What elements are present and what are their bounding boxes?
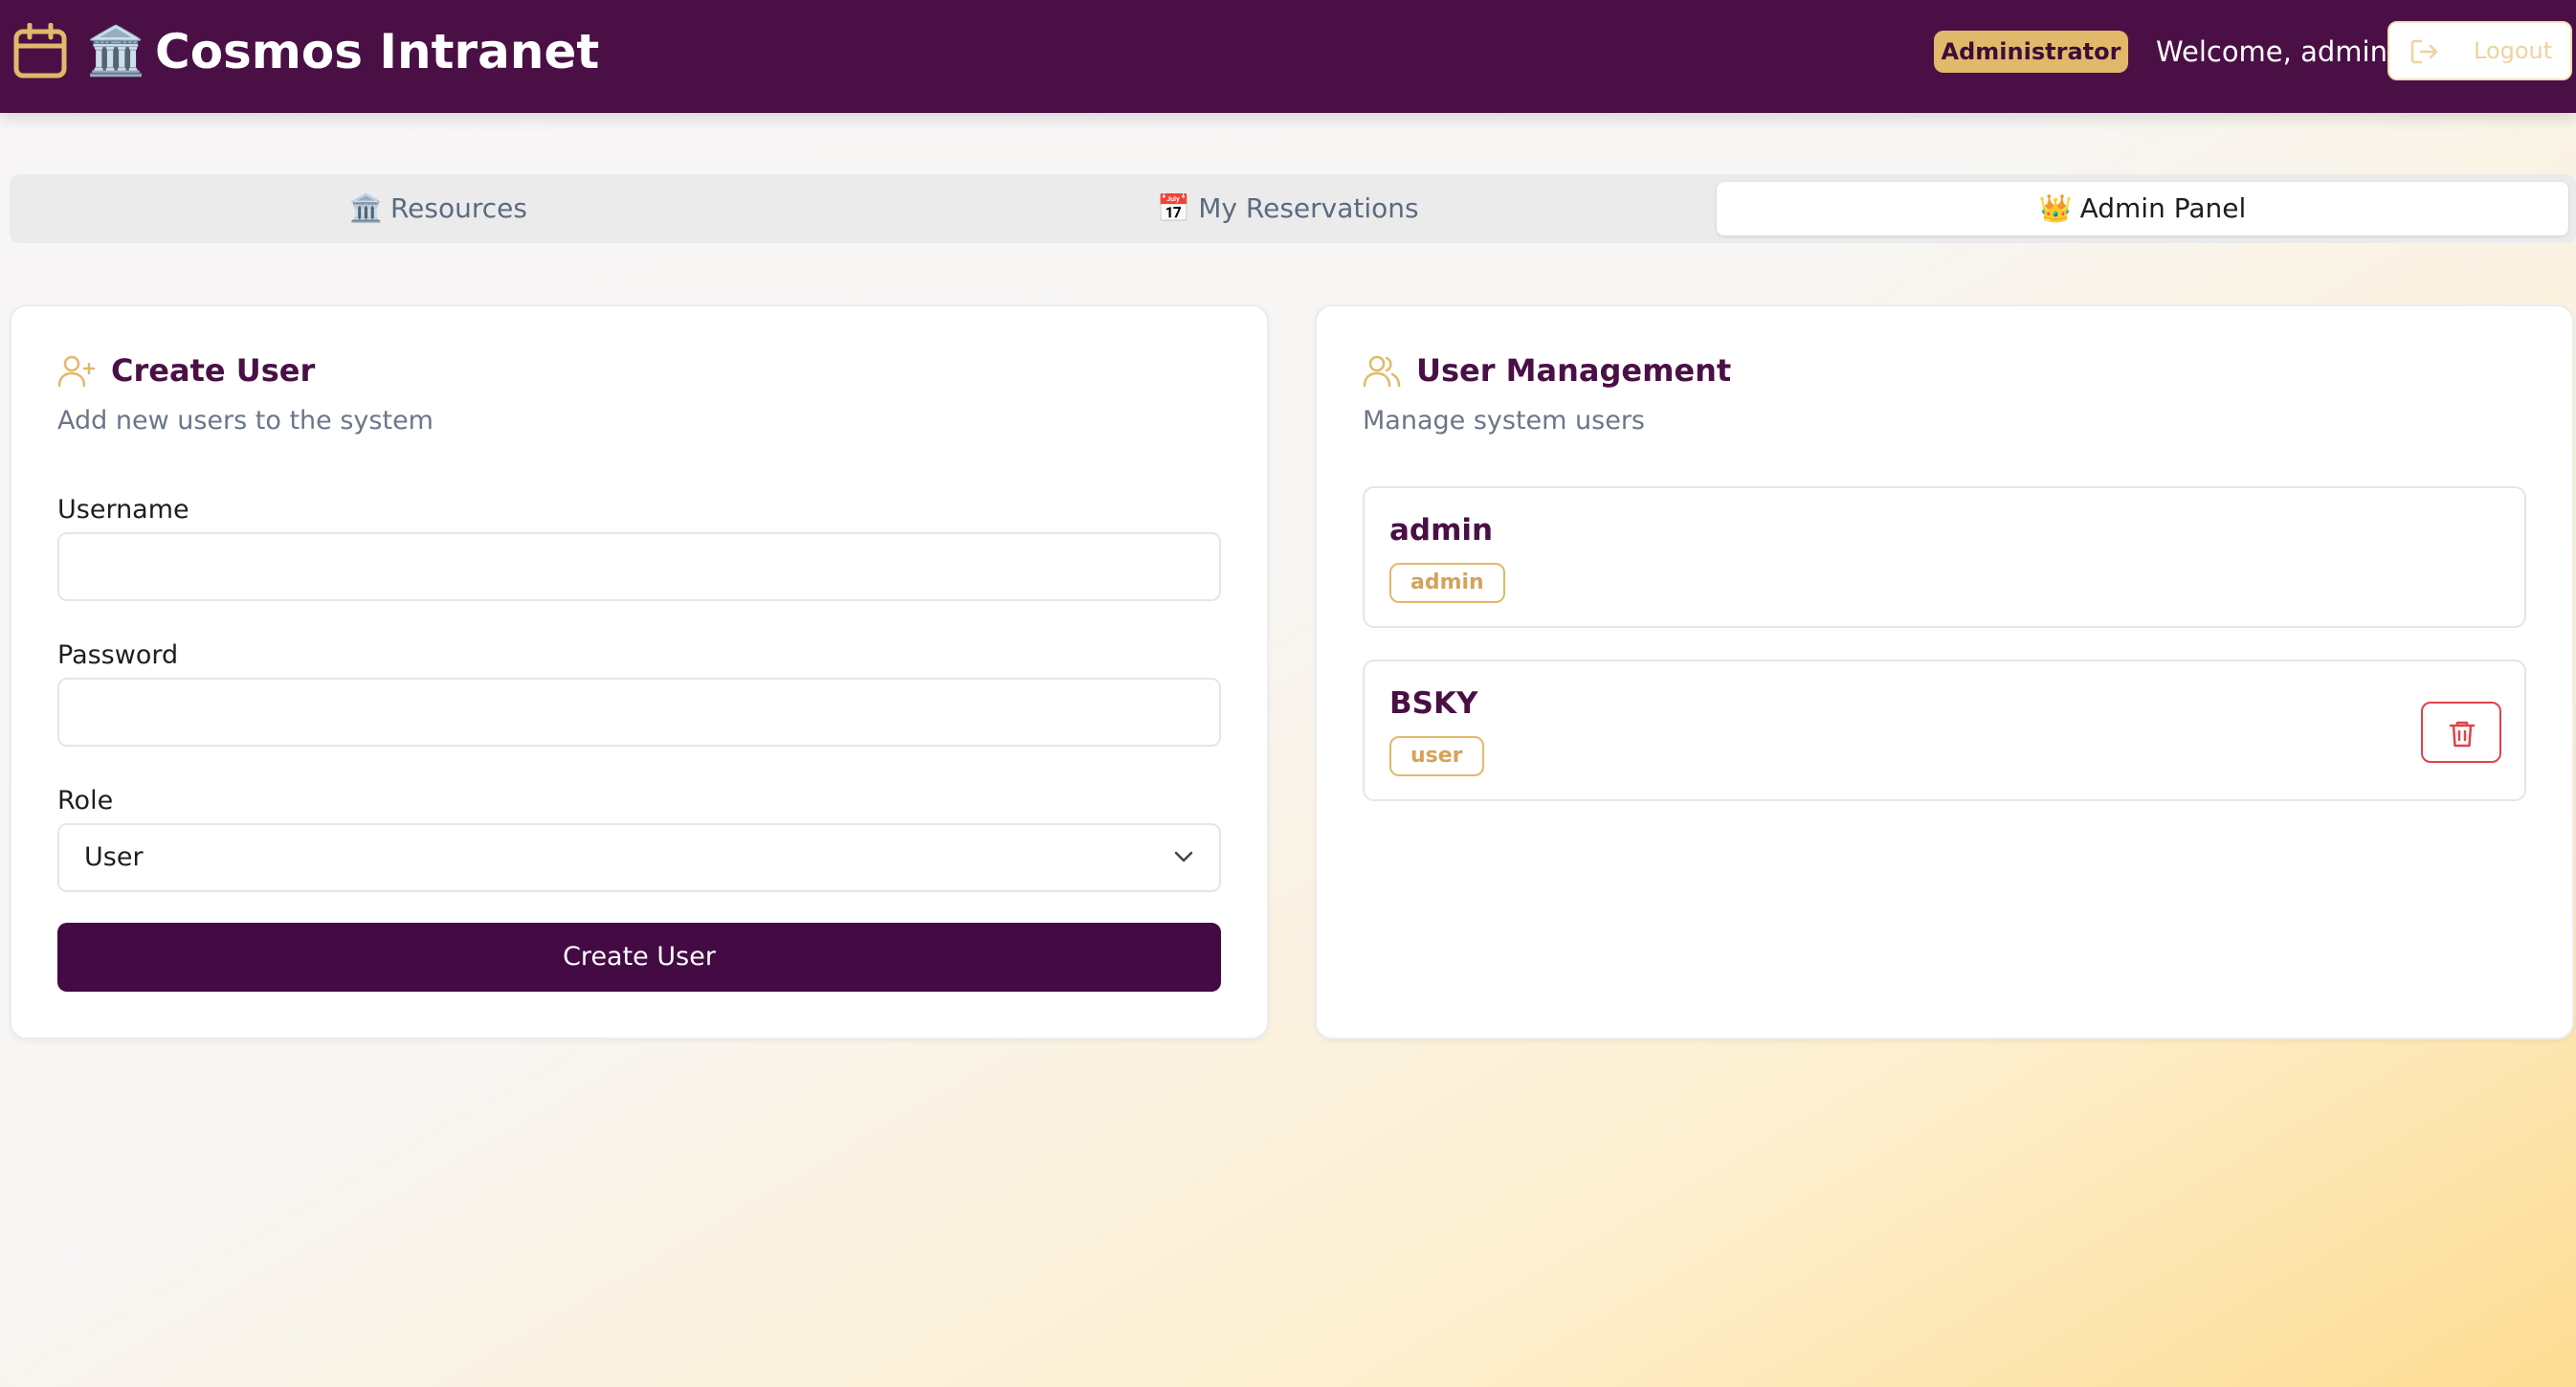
role-select[interactable]: User [57,823,1221,892]
bank-building-icon: 🏛️ [86,23,146,78]
create-user-title: Create User [111,352,316,389]
tab-label: Resources [389,192,527,224]
create-user-subtitle: Add new users to the system [57,406,433,436]
app-title: Cosmos Intranet [155,24,600,79]
calendar-icon: 📅 [1157,192,1191,224]
bank-building-icon: 🏛️ [349,192,383,224]
tab-label: My Reservations [1198,192,1419,224]
calendar-icon [13,23,67,78]
username-input[interactable] [57,532,1221,601]
logout-button[interactable]: Logout [2387,21,2572,80]
users-icon [1363,355,1401,388]
tab-label: Admin Panel [2079,192,2247,224]
username-label: Username [57,495,189,525]
chevron-down-icon [1174,851,1193,862]
password-label: Password [57,640,179,670]
user-management-title: User Management [1416,352,1732,389]
role-select-value: User [84,842,144,872]
user-list-item: admin admin [1363,486,2526,628]
delete-user-button[interactable] [2421,702,2501,763]
top-header: 🏛️ Cosmos Intranet Administrator Welcome… [0,0,2576,113]
user-plus-icon [57,355,96,388]
user-management-subtitle: Manage system users [1363,406,1645,436]
logout-icon [2410,39,2438,64]
crown-icon: 👑 [2038,192,2073,224]
tab-admin-panel[interactable]: 👑 Admin Panel [1717,182,2568,235]
user-role-badge: admin [1389,563,1505,603]
password-input[interactable] [57,678,1221,747]
logout-label: Logout [2474,37,2553,64]
tab-my-reservations[interactable]: 📅 My Reservations [867,182,1709,235]
tab-resources[interactable]: 🏛️ Resources [17,182,859,235]
user-role-badge: user [1389,736,1484,776]
role-badge: Administrator [1934,31,2128,73]
user-name: admin [1389,513,1494,548]
main-tabs: 🏛️ Resources 📅 My Reservations 👑 Admin Pane… [10,174,2576,243]
trash-icon [2449,721,2476,748]
user-list-item: BSKY user [1363,660,2526,801]
welcome-message: Welcome, admin [2156,35,2387,68]
user-name: BSKY [1389,686,1478,721]
role-label: Role [57,786,114,816]
create-user-button[interactable]: Create User [57,923,1221,992]
